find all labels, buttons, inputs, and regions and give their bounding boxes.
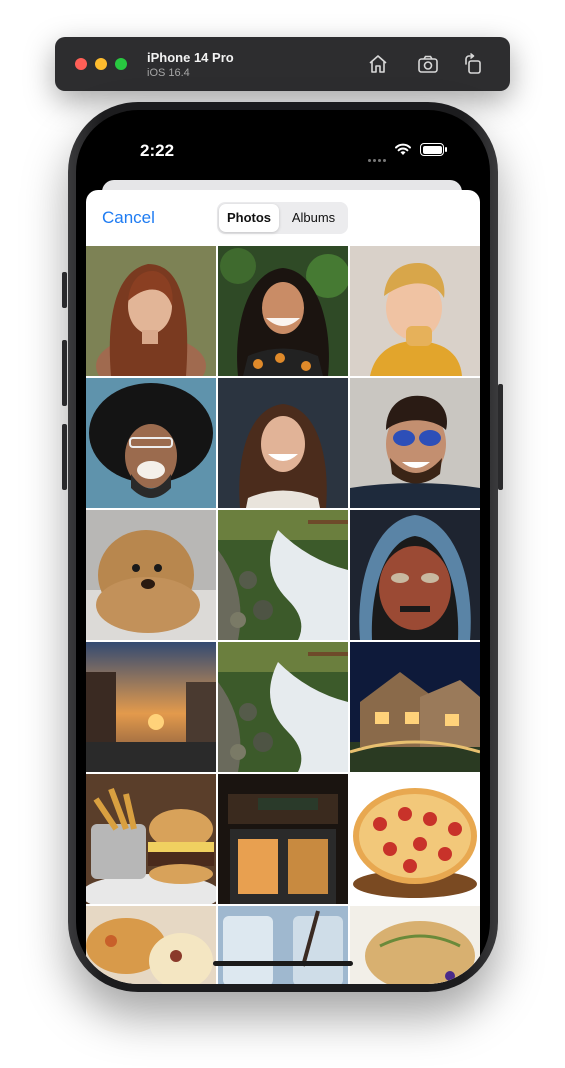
tab-albums[interactable]: Albums [281,204,346,232]
simulator-toolbar: iPhone 14 Pro iOS 16.4 [55,37,510,91]
photo-thumbnail[interactable] [86,642,216,772]
photo-thumbnail[interactable] [350,906,480,984]
wifi-icon [395,143,411,155]
photo-thumbnail[interactable] [350,774,480,904]
photo-thumbnail[interactable] [218,246,348,376]
os-version: iOS 16.4 [147,67,190,79]
photo-thumbnail[interactable] [86,510,216,640]
rotate-icon[interactable] [461,52,485,76]
photo-thumbnail[interactable] [218,906,348,984]
signal-dots-icon [368,149,388,162]
device-name: iPhone 14 Pro [147,50,234,65]
close-window-button[interactable] [75,58,87,70]
power-button[interactable] [498,384,503,490]
screenshot-icon[interactable] [416,52,440,76]
photo-thumbnail[interactable] [218,378,348,508]
battery-icon [420,143,447,156]
picker-segmented-control: Photos Albums [217,202,348,234]
photo-thumbnail[interactable] [218,642,348,772]
photo-thumbnail[interactable] [218,510,348,640]
status-icons [368,142,448,162]
zoom-window-button[interactable] [115,58,127,70]
status-time: 2:22 [140,141,175,160]
photo-picker-sheet: Cancel Photos Albums [86,190,480,984]
home-icon[interactable] [366,52,390,76]
photo-thumbnail[interactable] [218,774,348,904]
volume-up-button[interactable] [62,340,67,406]
home-indicator[interactable] [213,961,353,966]
photo-thumbnail[interactable] [86,906,216,984]
photo-thumbnail[interactable] [350,642,480,772]
photo-thumbnail[interactable] [350,246,480,376]
photo-thumbnail[interactable] [350,378,480,508]
tab-photos[interactable]: Photos [219,204,279,232]
cancel-button[interactable]: Cancel [102,208,155,228]
minimize-window-button[interactable] [95,58,107,70]
photo-thumbnail[interactable] [86,246,216,376]
photo-thumbnail[interactable] [86,774,216,904]
photo-thumbnail[interactable] [350,510,480,640]
photo-thumbnail[interactable] [86,378,216,508]
phone-screen: 2:22 Cancel Photos Albums [76,110,490,984]
volume-down-button[interactable] [62,424,67,490]
picker-header: Cancel Photos Albums [86,190,480,246]
action-button[interactable] [62,272,67,308]
